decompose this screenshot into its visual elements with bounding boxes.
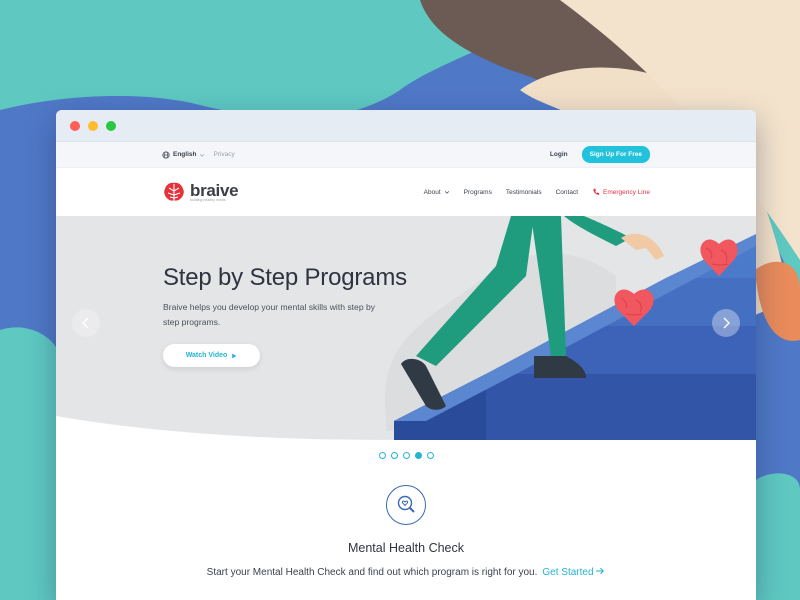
login-link[interactable]: Login xyxy=(550,151,568,158)
brand-tagline: building healthy minds xyxy=(190,197,226,202)
slider-dot-5[interactable] xyxy=(426,452,434,459)
next-slide-button[interactable] xyxy=(712,309,740,337)
minimize-window-button[interactable] xyxy=(88,120,98,131)
chevron-right-icon xyxy=(723,317,730,329)
get-started-label: Get Started xyxy=(542,567,594,578)
emergency-label: Emergency Line xyxy=(603,188,650,196)
slider-pagination xyxy=(56,452,756,459)
hero-title: Step by Step Programs xyxy=(163,264,407,291)
slider-dot-2[interactable] xyxy=(390,452,398,459)
feature-description: Start your Mental Health Check and find … xyxy=(56,567,756,578)
chevron-down-icon xyxy=(200,153,205,157)
hero-slider: Step by Step Programs Braive helps you d… xyxy=(56,216,756,440)
nav-item-contact[interactable]: Contact xyxy=(556,189,578,196)
feature-title: Mental Health Check xyxy=(347,541,465,555)
nav-item-testimonials[interactable]: Testimonials xyxy=(506,189,542,196)
utility-bar: English Privacy Login Sign Up For Free xyxy=(56,142,756,168)
arrow-right-icon xyxy=(596,567,605,575)
watch-video-button[interactable]: Watch Video xyxy=(163,344,260,367)
nav-menu: About Programs Testimonials Contact Emer… xyxy=(424,188,650,196)
slider-dot-1[interactable] xyxy=(378,452,386,459)
window-titlebar xyxy=(56,110,756,142)
feature-text: Start your Mental Health Check and find … xyxy=(206,567,538,578)
play-icon xyxy=(232,353,237,358)
nav-item-label: About xyxy=(423,188,441,196)
maximize-window-button[interactable] xyxy=(106,120,116,131)
slider-dot-3[interactable] xyxy=(402,452,410,459)
brand-name: braive xyxy=(190,180,239,200)
brand-logo[interactable]: braive building healthy minds xyxy=(162,180,239,203)
brain-logo-icon xyxy=(164,182,184,201)
chevron-left-icon xyxy=(82,317,89,329)
privacy-link[interactable]: Privacy xyxy=(213,151,234,158)
main-navbar: braive building healthy minds About Prog… xyxy=(56,168,756,216)
heart-magnifier-icon xyxy=(386,485,426,525)
slider-dot-4[interactable] xyxy=(414,452,422,459)
phone-icon xyxy=(593,188,600,195)
prev-slide-button[interactable] xyxy=(72,309,100,337)
get-started-link[interactable]: Get Started xyxy=(542,567,605,578)
hero-illustration xyxy=(56,216,756,440)
nav-item-about[interactable]: About xyxy=(424,189,450,196)
language-selector[interactable]: English xyxy=(162,150,205,159)
emergency-line-link[interactable]: Emergency Line xyxy=(592,188,650,196)
globe-icon xyxy=(162,150,170,159)
browser-window: English Privacy Login Sign Up For Free b… xyxy=(56,110,756,600)
signup-button[interactable]: Sign Up For Free xyxy=(581,146,650,163)
watch-video-label: Watch Video xyxy=(185,352,228,359)
close-window-button[interactable] xyxy=(70,120,80,131)
language-label: English xyxy=(173,151,197,158)
hero-description: Braive helps you develop your mental ski… xyxy=(163,302,376,327)
chevron-down-icon xyxy=(444,191,449,194)
nav-item-programs[interactable]: Programs xyxy=(464,189,492,196)
